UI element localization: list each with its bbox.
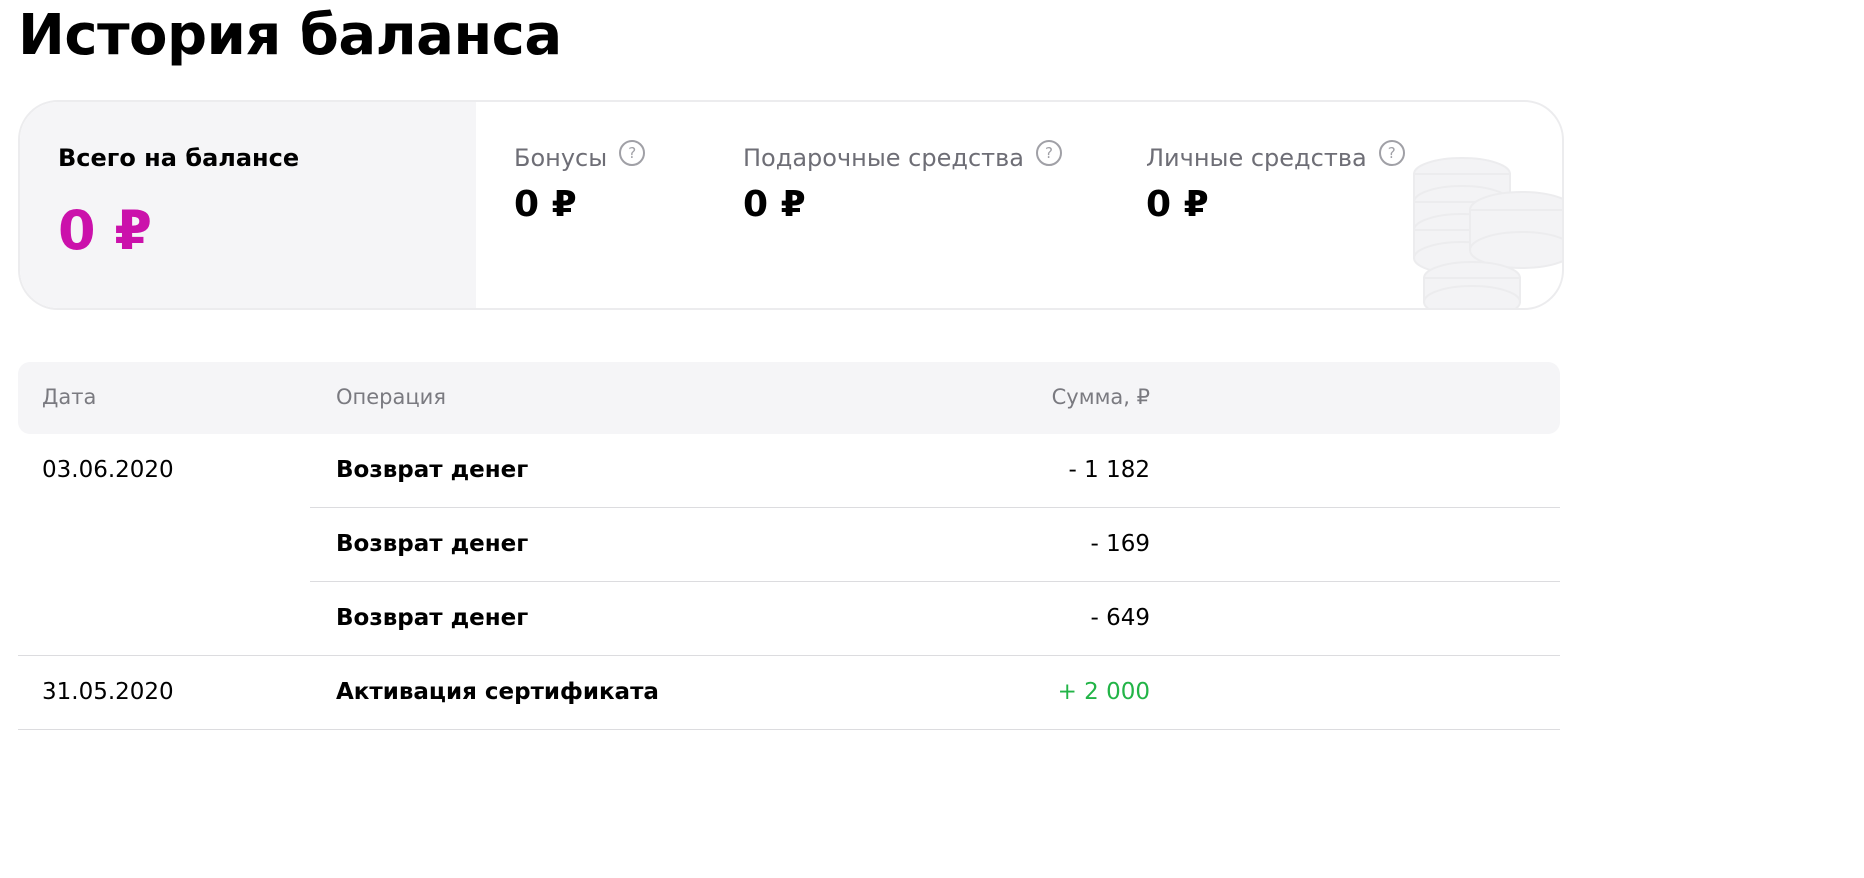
row-operation: Активация сертификата <box>336 679 659 705</box>
column-header-date: Дата <box>42 385 97 409</box>
column-header-amount: Сумма, ₽ <box>1051 385 1150 409</box>
row-operation: Возврат денег <box>336 531 529 557</box>
balance-total-panel: Всего на балансе 0 ₽ <box>20 102 476 308</box>
row-amount: - 169 <box>1090 531 1150 557</box>
balance-part-personal-funds: Личные средства ? 0 ₽ <box>1146 138 1405 230</box>
table-row: 31.05.2020 Активация сертификата + 2 000 <box>18 656 1560 730</box>
coins-stack-icon <box>1413 157 1562 308</box>
row-date: 03.06.2020 <box>42 457 174 483</box>
table-row: Возврат денег - 649 <box>18 582 1560 656</box>
balance-part-gift-funds: Подарочные средства ? 0 ₽ <box>743 138 1062 230</box>
page-title: История баланса <box>18 3 562 68</box>
balance-part-label: Подарочные средства <box>743 144 1024 172</box>
row-operation: Возврат денег <box>336 605 529 631</box>
help-icon[interactable]: ? <box>1035 140 1062 166</box>
balance-total-amount: 0 ₽ <box>58 199 152 262</box>
help-icon[interactable]: ? <box>619 140 646 166</box>
column-header-operation: Операция <box>336 385 446 409</box>
balance-part-amount: 0 ₽ <box>1146 184 1209 225</box>
balance-part-bonuses: Бонусы ? 0 ₽ <box>514 138 646 230</box>
help-icon[interactable]: ? <box>1378 140 1405 166</box>
balance-card: Всего на балансе 0 ₽ Бонусы ? 0 ₽ Подаро… <box>18 100 1564 310</box>
balance-part-amount: 0 ₽ <box>514 184 577 225</box>
row-divider <box>18 729 1560 730</box>
table-row: Возврат денег - 169 <box>18 508 1560 582</box>
history-table: Дата Операция Сумма, ₽ 03.06.2020 Возвра… <box>18 362 1560 730</box>
row-amount: - 649 <box>1090 605 1150 631</box>
row-operation: Возврат денег <box>336 457 529 483</box>
balance-total-label: Всего на балансе <box>58 144 300 172</box>
balance-part-label: Бонусы <box>514 144 608 172</box>
balance-part-amount: 0 ₽ <box>743 184 806 225</box>
row-amount: - 1 182 <box>1068 457 1150 483</box>
row-date: 31.05.2020 <box>42 679 174 705</box>
table-row: 03.06.2020 Возврат денег - 1 182 <box>18 434 1560 508</box>
balance-part-label: Личные средства <box>1146 144 1367 172</box>
row-amount: + 2 000 <box>1057 679 1150 705</box>
table-header: Дата Операция Сумма, ₽ <box>18 362 1560 434</box>
